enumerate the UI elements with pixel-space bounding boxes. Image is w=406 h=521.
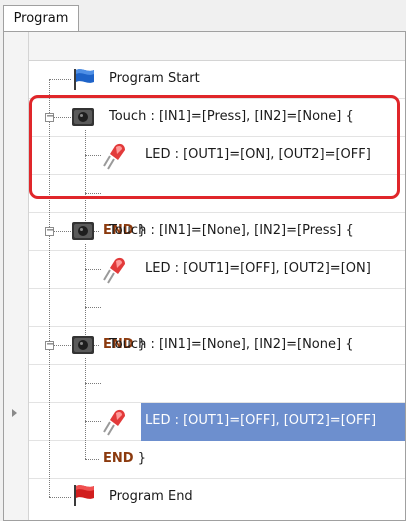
collapse-toggle-block-3[interactable]: − bbox=[45, 340, 54, 350]
end-block-3[interactable]: END } bbox=[103, 450, 146, 468]
collapse-toggle-block-2[interactable]: − bbox=[45, 226, 54, 236]
program-start-label[interactable]: Program Start bbox=[109, 70, 200, 88]
touch-command-3[interactable]: Touch : [IN1]=[None], [IN2]=[None] { bbox=[109, 336, 353, 354]
row-gutter bbox=[4, 60, 29, 520]
led-command-2[interactable]: LED : [OUT1]=[OFF], [OUT2]=[ON] bbox=[145, 260, 371, 278]
highlight-annotation-box bbox=[29, 95, 400, 199]
touch-sensor-icon bbox=[72, 336, 94, 354]
current-row-indicator-icon bbox=[12, 409, 17, 417]
blue-flag-icon bbox=[74, 69, 94, 90]
touch-command-2[interactable]: Touch : [IN1]=[None], [IN2]=[Press] { bbox=[109, 222, 354, 240]
program-end-label[interactable]: Program End bbox=[109, 488, 193, 506]
led-command-3[interactable]: LED : [OUT1]=[OFF], [OUT2]=[OFF] bbox=[145, 412, 376, 430]
tab-program[interactable]: Program bbox=[3, 5, 79, 32]
tree-header bbox=[4, 32, 405, 61]
touch-sensor-icon bbox=[72, 222, 94, 240]
red-led-icon bbox=[103, 409, 125, 436]
red-flag-icon bbox=[74, 485, 94, 506]
red-led-icon bbox=[103, 257, 125, 284]
